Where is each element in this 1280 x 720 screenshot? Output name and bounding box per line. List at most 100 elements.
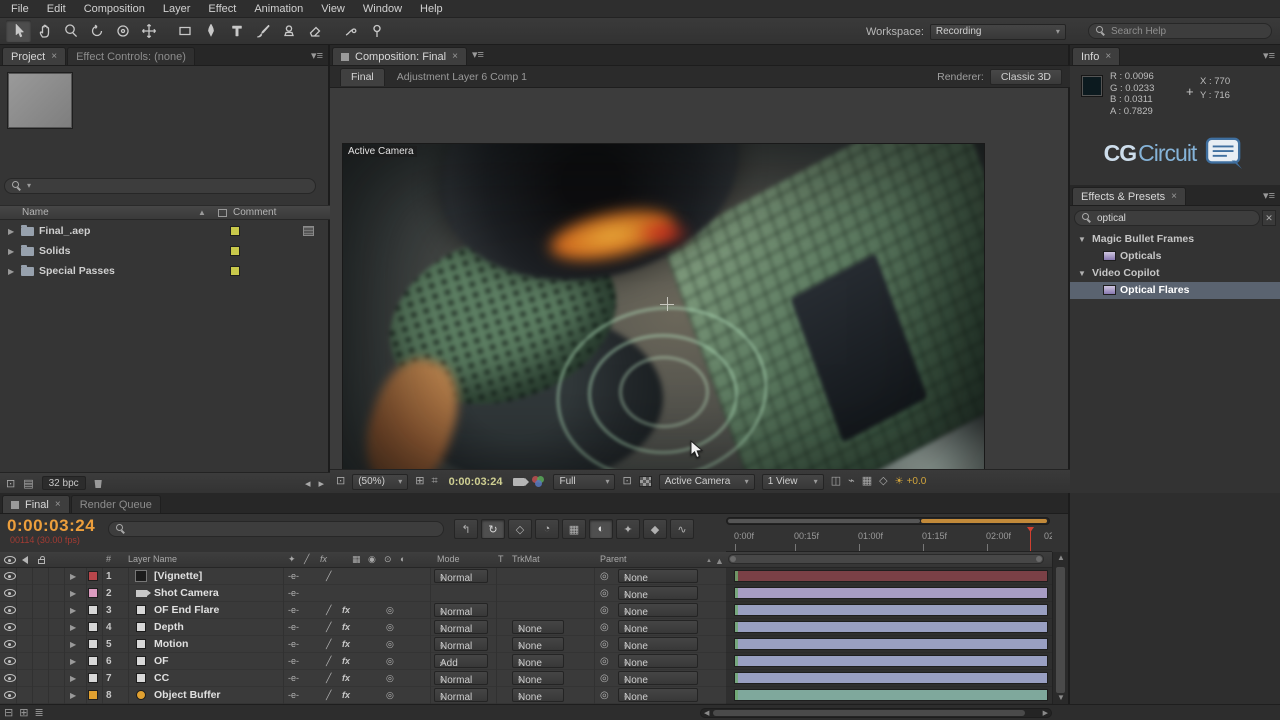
layer-expand-icon[interactable]: ▶ bbox=[70, 670, 76, 687]
shy-switch-icon[interactable]: -e- bbox=[288, 670, 299, 687]
menu-effect[interactable]: Effect bbox=[199, 3, 245, 15]
project-item[interactable]: ▶Final_.aep bbox=[0, 221, 330, 241]
parent-dropdown[interactable]: None▾ bbox=[618, 569, 698, 583]
view-dropdown[interactable]: Active Camera ▾ bbox=[659, 474, 755, 490]
scroll-up-icon[interactable]: ▲ bbox=[1053, 552, 1069, 564]
expand-arrow-icon[interactable]: ▶ bbox=[8, 262, 14, 282]
column-layer-name[interactable]: Layer Name bbox=[128, 554, 177, 564]
work-area-bar[interactable] bbox=[921, 519, 1047, 523]
new-folder-icon[interactable]: ▤ bbox=[23, 477, 33, 490]
visibility-eye-icon[interactable] bbox=[4, 606, 16, 614]
fx-switch-icon[interactable]: fx bbox=[342, 636, 350, 653]
project-item[interactable]: ▶Special Passes bbox=[0, 261, 330, 281]
layer-duration-bar[interactable] bbox=[734, 672, 1048, 684]
layer-row[interactable]: ▶6OF-e-╱fx◎Add▾None▾◎None▾ bbox=[0, 653, 726, 670]
timeline-tab-final[interactable]: Final× bbox=[2, 495, 70, 513]
motion-blur-switch-icon[interactable]: ◎ bbox=[386, 619, 394, 636]
hide-shy-icon[interactable]: ◔ bbox=[535, 519, 559, 539]
eraser-tool-icon[interactable] bbox=[302, 20, 327, 42]
layer-expand-icon[interactable]: ▶ bbox=[70, 636, 76, 653]
effects-item-opticals[interactable]: Opticals bbox=[1070, 248, 1280, 265]
motion-blur-switch-icon[interactable]: ◎ bbox=[386, 636, 394, 653]
help-search-input[interactable]: Search Help bbox=[1088, 23, 1272, 39]
quality-switch-icon[interactable]: ╱ bbox=[326, 568, 331, 585]
parent-pickwhip-icon[interactable]: ◎ bbox=[600, 585, 609, 602]
workspace-dropdown[interactable]: Recording ▾ bbox=[930, 24, 1066, 40]
trkmat-dropdown[interactable]: None▾ bbox=[512, 688, 564, 702]
mode-dropdown[interactable]: Normal▾ bbox=[434, 637, 488, 651]
puppet-pin-tool-icon[interactable] bbox=[364, 20, 389, 42]
project-tab-effect-controls-none[interactable]: Effect Controls: (none) bbox=[67, 47, 195, 65]
mode-dropdown[interactable]: Normal▾ bbox=[434, 671, 488, 685]
trash-icon[interactable] bbox=[94, 478, 103, 488]
motion-blur-switch-icon[interactable]: ◎ bbox=[386, 653, 394, 670]
open-parent-icon[interactable]: ↰ bbox=[454, 519, 478, 539]
shy-switch-icon[interactable]: -e- bbox=[288, 687, 299, 704]
tab-effects-presets[interactable]: Effects & Presets × bbox=[1072, 187, 1186, 205]
layer-duration-bar[interactable] bbox=[734, 570, 1048, 582]
effects-search-input[interactable]: optical bbox=[1074, 210, 1260, 226]
layer-expand-icon[interactable]: ▶ bbox=[70, 602, 76, 619]
expand-arrow-icon[interactable]: ▶ bbox=[8, 222, 14, 242]
timeline-h-zoom-bar[interactable] bbox=[726, 517, 1050, 525]
visibility-eye-icon[interactable] bbox=[4, 657, 16, 665]
roto-brush-tool-icon[interactable] bbox=[338, 20, 363, 42]
region-of-interest-icon[interactable]: ⊡ bbox=[622, 476, 631, 487]
project-item[interactable]: ▶Solids bbox=[0, 241, 330, 261]
parent-dropdown[interactable]: None▾ bbox=[618, 637, 698, 651]
layer-duration-bar[interactable] bbox=[734, 638, 1048, 650]
shy-switch-icon[interactable]: -e- bbox=[288, 636, 299, 653]
quality-switch-icon[interactable]: ╱ bbox=[326, 619, 331, 636]
quality-switch-icon[interactable]: ╱ bbox=[326, 636, 331, 653]
view-layout-dropdown[interactable]: 1 View ▾ bbox=[762, 474, 824, 490]
shy-switch-icon[interactable]: -e- bbox=[288, 568, 299, 585]
label-color-swatch[interactable] bbox=[230, 266, 240, 276]
toggle-inout-pane-icon[interactable]: ≣ bbox=[34, 706, 43, 719]
motion-blur-switch-icon[interactable]: ◎ bbox=[386, 670, 394, 687]
layer-color-swatch[interactable] bbox=[88, 588, 98, 598]
zoom-out-mountain-icon[interactable]: ▲ bbox=[706, 558, 712, 564]
snapshot-icon[interactable] bbox=[513, 478, 525, 486]
live-update-icon[interactable]: ↻ bbox=[481, 519, 505, 539]
layer-expand-icon[interactable]: ▶ bbox=[70, 568, 76, 585]
renderer-button[interactable]: Classic 3D bbox=[990, 69, 1062, 85]
always-preview-icon[interactable]: ⊡ bbox=[336, 476, 345, 487]
pen-tool-icon[interactable] bbox=[198, 20, 223, 42]
timeline-h-scrollbar[interactable]: ◀ ▶ bbox=[700, 708, 1052, 718]
frame-blend-icon[interactable]: ▦ bbox=[562, 519, 586, 539]
fx-switch-icon[interactable]: fx bbox=[342, 602, 350, 619]
tab-composition-final[interactable]: Composition: Final × bbox=[332, 47, 467, 65]
layer-expand-icon[interactable]: ▶ bbox=[70, 653, 76, 670]
mask-visibility-icon[interactable]: ⌗ bbox=[431, 476, 437, 487]
layer-row[interactable]: ▶2Shot Camera-e-◎None▾ bbox=[0, 585, 726, 602]
resolution-dropdown[interactable]: Full ▾ bbox=[553, 474, 615, 490]
type-tool-icon[interactable] bbox=[224, 20, 249, 42]
magnification-dropdown[interactable]: (50%) ▾ bbox=[352, 474, 408, 490]
brush-tool-icon[interactable] bbox=[250, 20, 275, 42]
hand-tool-icon[interactable] bbox=[32, 20, 57, 42]
quality-switch-icon[interactable]: ╱ bbox=[326, 687, 331, 704]
graph-editor-icon[interactable]: ∿ bbox=[670, 519, 694, 539]
scroll-left-icon[interactable]: ◀ bbox=[704, 709, 709, 719]
mode-dropdown[interactable]: Add▾ bbox=[434, 654, 488, 668]
toggle-switches-pane-icon[interactable]: ⊟ bbox=[4, 706, 13, 719]
mode-dropdown[interactable]: Normal▾ bbox=[434, 569, 488, 583]
timeline-search-input[interactable] bbox=[108, 521, 444, 537]
fx-switch-icon[interactable]: fx bbox=[342, 653, 350, 670]
comp-viewer-tab-adjustment-layer-6-comp-1[interactable]: Adjustment Layer 6 Comp 1 bbox=[387, 68, 537, 86]
collapse-arrow-icon[interactable]: ▼ bbox=[1078, 231, 1086, 248]
parent-pickwhip-icon[interactable]: ◎ bbox=[600, 653, 609, 670]
h-scroll-thumb[interactable] bbox=[713, 710, 1025, 716]
exposure-control[interactable]: ☀ +0.0 bbox=[895, 476, 927, 487]
scroll-left-icon[interactable]: ◂ bbox=[305, 477, 311, 490]
brainstorm-icon[interactable]: ✦ bbox=[616, 519, 640, 539]
grid-guides-icon[interactable]: ⊞ bbox=[415, 476, 424, 487]
timeline-columns-header[interactable]: # Layer Name ✦ ╱ fx ▦ ◉ ⊙ ◐ Mode T TrkMa… bbox=[0, 552, 1052, 568]
layer-expand-icon[interactable]: ▶ bbox=[70, 619, 76, 636]
fast-preview-icon[interactable]: ⌁ bbox=[848, 476, 855, 487]
quality-switch-icon[interactable]: ╱ bbox=[326, 670, 331, 687]
mode-dropdown[interactable]: Normal▾ bbox=[434, 688, 488, 702]
visibility-eye-icon[interactable] bbox=[4, 572, 16, 580]
parent-dropdown[interactable]: None▾ bbox=[618, 671, 698, 685]
quality-switch-icon[interactable]: ╱ bbox=[326, 602, 331, 619]
